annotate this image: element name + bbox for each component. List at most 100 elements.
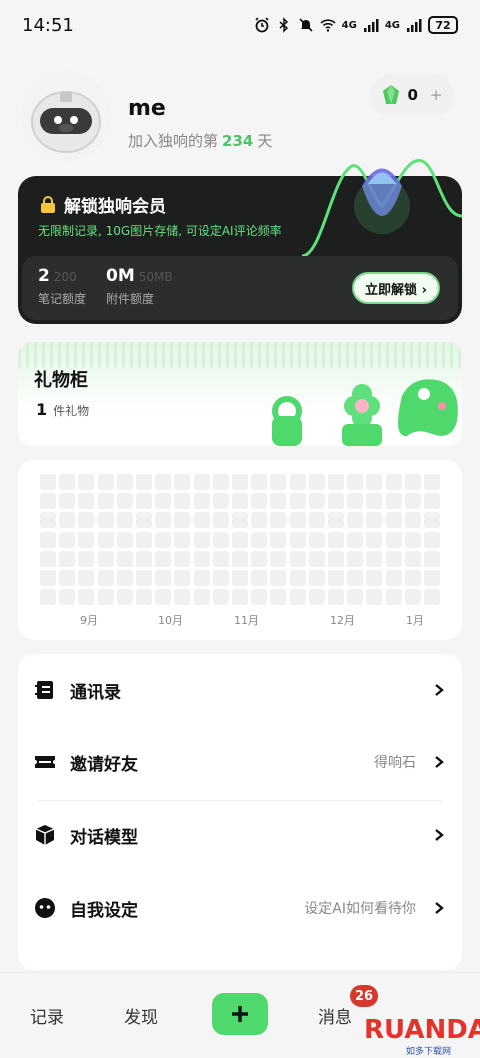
attach-used: 0M: [106, 266, 135, 286]
heatmap-cell: [155, 531, 172, 548]
join-suffix: 天: [257, 132, 273, 150]
nav-discover[interactable]: 发现: [124, 1003, 158, 1028]
lock-icon: [41, 195, 55, 213]
month-label: 12月: [330, 614, 355, 627]
heatmap-cell: [308, 531, 325, 548]
menu-item-contacts[interactable]: 通讯录: [18, 661, 462, 719]
heatmap-cell: [232, 493, 248, 510]
heatmap-cell: [97, 512, 114, 529]
face-icon: [35, 898, 55, 918]
heatmap-cell: [289, 550, 306, 567]
heatmap-cell: [174, 493, 191, 510]
heatmap-cell: [136, 531, 152, 548]
alarm-icon: [255, 17, 269, 33]
wifi-icon: [320, 19, 336, 32]
heatmap-cell: [366, 550, 383, 567]
activity-heatmap: 9月 10月 11月 12月 1月: [18, 460, 462, 640]
membership-title-text: 解锁独响会员: [64, 197, 166, 217]
heatmap-cell: [193, 474, 210, 490]
attach-max: 50MB: [138, 270, 173, 284]
heatmap-cell: [289, 474, 306, 490]
plus-icon: [232, 1006, 248, 1022]
heatmap-cell: [97, 570, 114, 586]
signal-label-2: 4G: [384, 19, 400, 31]
gem-plus: +: [429, 86, 443, 104]
heatmap-cell: [116, 493, 133, 510]
heatmap-cell: [347, 531, 364, 548]
notes-max: 200: [53, 270, 77, 284]
membership-card[interactable]: 解锁独响会员 无限制记录, 10G图片存储, 可设定AI评论频率 2 200 笔记…: [18, 159, 462, 324]
heatmap-cell: [232, 570, 248, 586]
heatmap-cell: [328, 493, 344, 510]
heatmap-cell: [193, 589, 210, 606]
heatmap-cell: [174, 474, 191, 490]
avatar[interactable]: [20, 70, 112, 162]
heatmap-cell: [347, 589, 364, 606]
signal-icon-1: [363, 19, 379, 32]
settings-menu: 通讯录 邀请好友 得响石 对话模型 自我设定 设定AI如何看待你: [18, 654, 462, 970]
heatmap-cell: [136, 589, 152, 606]
month-label: 9月: [80, 614, 98, 627]
heatmap-cell: [155, 512, 172, 529]
heatmap-cell: [155, 493, 172, 510]
chevron-right-icon: [435, 756, 444, 768]
username: me: [128, 96, 166, 121]
heatmap-cell: [347, 474, 364, 490]
tulip-mountain-decoration: [302, 159, 462, 258]
heatmap-cell: [424, 474, 440, 490]
notes-quota-label: 笔记额度: [38, 292, 87, 306]
heatmap-cell: [308, 512, 325, 529]
menu-item-hint: 得响石: [374, 755, 416, 771]
heatmap-cell: [251, 531, 268, 548]
heatmap-cell: [174, 512, 191, 529]
heatmap-cell: [155, 550, 172, 567]
heatmap-cell: [404, 512, 421, 529]
gift-count-unit: 件礼物: [53, 404, 90, 418]
heatmap-cell: [78, 570, 95, 586]
heatmap-cell: [59, 474, 76, 490]
heatmap-cell: [289, 531, 306, 548]
heatmap-cell: [404, 550, 421, 567]
heatmap-cell: [270, 493, 287, 510]
cube-icon: [35, 825, 55, 845]
nav-records[interactable]: 记录: [30, 1003, 64, 1028]
heatmap-cell: [385, 493, 402, 510]
chevron-right-icon: [435, 902, 444, 914]
heatmap-cell: [155, 589, 172, 606]
menu-item-chat-model[interactable]: 对话模型: [18, 806, 462, 864]
membership-subtitle: 无限制记录, 10G图片存储, 可设定AI评论频率: [38, 224, 282, 238]
nav-messages[interactable]: 消息: [318, 1003, 352, 1028]
menu-item-invite-friends[interactable]: 邀请好友 得响石: [18, 733, 462, 791]
signal-label-1: 4G: [341, 19, 357, 31]
heatmap-cell: [40, 589, 56, 606]
heatmap-cell: [232, 550, 248, 567]
status-time: 14:51: [22, 14, 74, 36]
heatmap-cell: [116, 570, 133, 586]
notes-used: 2: [38, 266, 50, 286]
gift-stripes: [18, 342, 462, 368]
heatmap-cell: [347, 550, 364, 567]
unlock-now-button[interactable]: 立即解锁 ›: [352, 272, 440, 304]
mute-bell-icon: [299, 18, 313, 32]
menu-item-hint: 设定AI如何看待你: [304, 901, 416, 917]
heatmap-cell: [385, 570, 402, 586]
heatmap-cell: [366, 474, 383, 490]
gem-balance-button[interactable]: 0 +: [370, 74, 454, 116]
heatmap-cell: [78, 474, 95, 490]
heatmap-cell: [116, 512, 133, 529]
quota-panel: 2 200 笔记额度 0M 50MB 附件额度 立即解锁 ›: [22, 256, 458, 320]
heatmap-cell: [174, 570, 191, 586]
heatmap-cell: [174, 550, 191, 567]
heatmap-cell: [366, 570, 383, 586]
new-entry-button[interactable]: [212, 993, 268, 1035]
menu-item-self-setting[interactable]: 自我设定 设定AI如何看待你: [18, 879, 462, 937]
battery-indicator: 72: [428, 16, 458, 34]
gift-cabinet-card[interactable]: 礼物柜 1 件礼物: [18, 342, 462, 446]
heatmap-cell: [347, 570, 364, 586]
gift-count: 1 件礼物: [36, 400, 89, 419]
heatmap-cell: [385, 531, 402, 548]
heatmap-cell: [424, 570, 440, 586]
heatmap-cell: [328, 550, 344, 567]
gift-count-number: 1: [36, 400, 48, 419]
heatmap-cell: [424, 493, 440, 510]
